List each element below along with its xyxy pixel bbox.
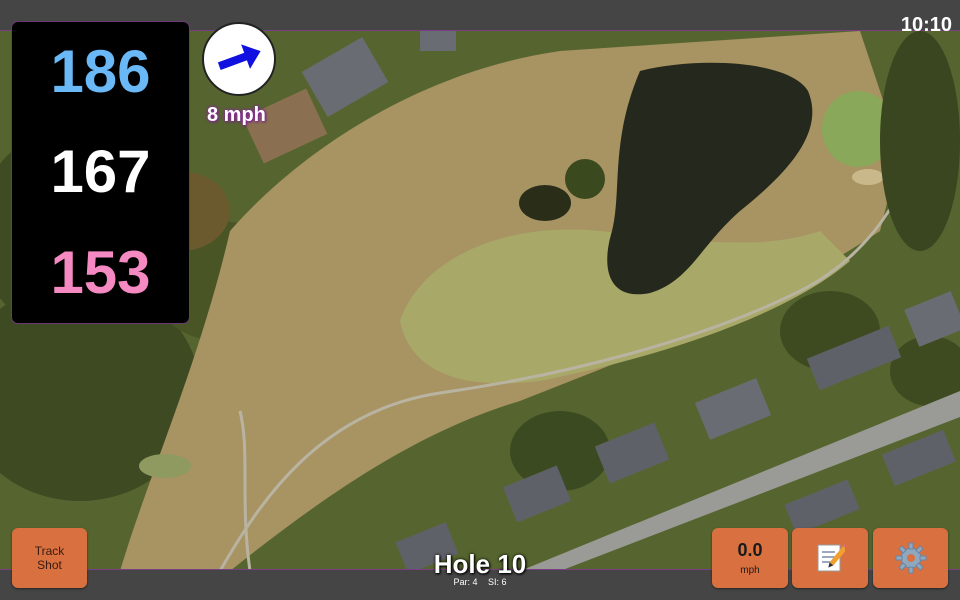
track-shot-label-line2: Shot [37,558,62,572]
hole-par: Par: 4 [453,577,478,587]
yardage-middle: 167 [50,138,151,206]
hole-info: Par: 4 SI: 6 [380,577,580,587]
yardage-back: 186 [50,38,151,106]
gear-icon [895,542,926,574]
hole-stroke-index: SI: 6 [488,577,507,587]
status-clock: 10:10 [900,14,952,36]
wind-indicator [202,22,276,96]
notes-button[interactable] [792,528,868,588]
speed-unit: mph [740,565,760,576]
settings-button[interactable] [873,528,948,588]
wind-arrow-icon [217,44,261,70]
speed-value: 0.0 [737,540,763,560]
hole-title: Hole 10 [433,549,527,579]
track-shot-label-line1: Track [34,544,65,558]
yardage-panel: 186 167 153 [12,22,189,323]
memo-icon [817,543,845,572]
track-shot-button[interactable]: Track Shot [12,528,87,588]
speed-button[interactable]: 0.0 mph [712,528,788,588]
yardage-front: 153 [50,238,151,306]
wind-speed-label: 8 mph [207,104,266,126]
